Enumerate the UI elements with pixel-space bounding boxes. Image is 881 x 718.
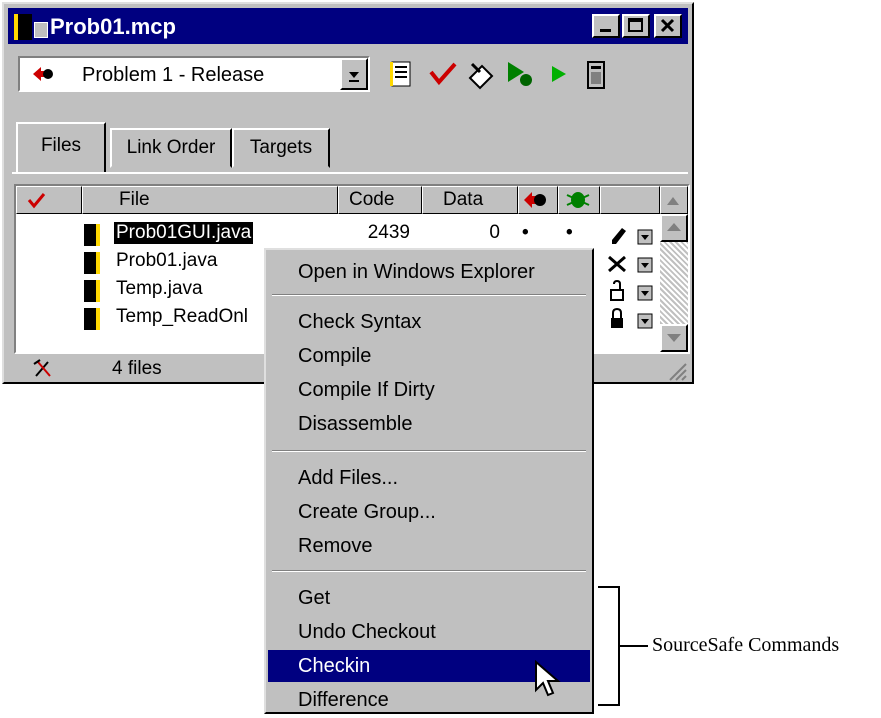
column-header-file[interactable]: File [82, 186, 338, 214]
column-header-check[interactable] [16, 186, 82, 214]
file-name: Prob01.java [116, 250, 218, 271]
menu-dropdown-icon[interactable] [636, 312, 656, 330]
menu-item-check-syntax[interactable]: Check Syntax [268, 306, 590, 338]
tab-targets-label: Targets [249, 137, 313, 158]
tab-divider [12, 172, 688, 174]
lock-icon [611, 308, 623, 328]
file-name: Temp.java [116, 278, 203, 299]
no-checkout-icon [608, 255, 626, 273]
target-dot: • [522, 222, 529, 243]
menu-item-disassemble[interactable]: Disassemble [268, 408, 590, 440]
java-file-icon [84, 308, 100, 330]
column-header-corner [660, 186, 688, 214]
file-code-size: 2439 [367, 222, 410, 243]
close-icon [660, 18, 675, 33]
annotation-line [620, 645, 648, 647]
compile-icon[interactable] [466, 60, 496, 90]
settings-icon[interactable] [390, 60, 416, 90]
menu-separator [272, 570, 586, 572]
menu-dropdown-icon[interactable] [636, 284, 656, 302]
debug-icon[interactable] [506, 60, 536, 90]
minimize-button[interactable] [592, 14, 620, 38]
project-icon [14, 14, 32, 40]
menu-separator [272, 450, 586, 452]
file-name: Temp_ReadOnl [116, 306, 249, 327]
chevron-up-icon [667, 223, 681, 231]
context-menu: Open in Windows Explorer Check Syntax Co… [264, 248, 594, 714]
title-bar[interactable]: Prob01.mcp [8, 8, 688, 44]
java-file-icon [84, 224, 100, 246]
project-info-icon[interactable] [584, 60, 610, 90]
menu-item-remove[interactable]: Remove [268, 530, 590, 562]
chevron-down-icon [349, 72, 359, 82]
java-file-icon [84, 252, 100, 274]
run-icon[interactable] [546, 60, 576, 90]
menu-item-compile-if-dirty[interactable]: Compile If Dirty [268, 374, 590, 406]
file-data-size: 0 [489, 222, 500, 243]
tab-files[interactable]: Files [16, 122, 106, 174]
unlock-icon [610, 280, 624, 301]
java-file-icon [84, 280, 100, 302]
menu-dropdown-icon[interactable] [636, 256, 656, 274]
column-header-sourcesafe[interactable] [600, 186, 660, 214]
tab-link-order-label: Link Order [126, 137, 216, 158]
check-icon [27, 193, 46, 209]
menu-item-open-explorer[interactable]: Open in Windows Explorer [268, 256, 590, 288]
tab-files-label: Files [40, 135, 82, 156]
bug-icon [566, 192, 590, 208]
scroll-down-button[interactable] [660, 324, 688, 352]
menu-item-undo-checkout[interactable]: Undo Checkout [268, 616, 590, 648]
scroll-up-button[interactable] [660, 214, 688, 242]
annotation-bracket [598, 586, 620, 706]
menu-separator [272, 294, 586, 296]
sourcesafe-status-icon [33, 359, 51, 377]
target-select[interactable]: Problem 1 - Release [18, 56, 370, 92]
chevron-down-icon [667, 334, 681, 342]
column-header-target[interactable] [518, 186, 558, 214]
debug-dot: • [566, 222, 573, 243]
target-column-icon [524, 192, 546, 208]
chevron-up-icon [667, 197, 679, 205]
menu-item-add-files[interactable]: Add Files... [268, 462, 590, 494]
dropdown-arrow-button[interactable] [340, 58, 368, 90]
column-header-debug[interactable] [558, 186, 600, 214]
cursor-icon [535, 660, 561, 697]
menu-item-compile[interactable]: Compile [268, 340, 590, 372]
close-button[interactable] [654, 14, 682, 38]
maximize-icon [628, 18, 643, 32]
minimize-icon [600, 29, 611, 32]
window-title: Prob01.mcp [50, 14, 176, 39]
annotation-label: SourceSafe Commands [652, 634, 840, 656]
pencil-icon [612, 228, 626, 244]
resize-grip-icon[interactable] [666, 360, 688, 382]
menu-item-get[interactable]: Get [268, 582, 590, 614]
document-icon [34, 22, 48, 38]
menu-item-create-group[interactable]: Create Group... [268, 496, 590, 528]
target-select-value: Problem 1 - Release [82, 64, 265, 86]
tab-link-order[interactable]: Link Order [110, 128, 232, 168]
menu-dropdown-icon[interactable] [636, 228, 656, 246]
file-count: 4 files [112, 358, 162, 379]
check-syntax-icon[interactable] [428, 60, 458, 90]
column-header-data[interactable]: Data [422, 186, 518, 214]
file-name: Prob01GUI.java [114, 222, 254, 244]
maximize-button[interactable] [622, 14, 650, 38]
target-icon [33, 67, 53, 81]
tab-targets[interactable]: Targets [232, 128, 330, 168]
vertical-scrollbar[interactable] [660, 214, 688, 352]
column-header-code[interactable]: Code [338, 186, 422, 214]
